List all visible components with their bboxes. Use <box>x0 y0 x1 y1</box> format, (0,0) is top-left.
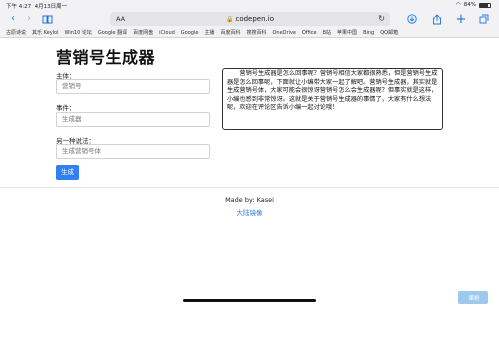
favorite-item[interactable]: Win10 论坛 <box>65 29 92 36</box>
favorite-item[interactable]: 百度百科 <box>220 29 240 36</box>
favorite-item[interactable]: Google <box>181 30 199 36</box>
favorite-item[interactable]: 古原诗说 <box>6 29 26 36</box>
footer-divider <box>0 187 499 188</box>
bookmarks-icon[interactable] <box>40 12 54 26</box>
status-time-date: 下午 4:27 4月13日周一 <box>6 2 67 10</box>
page-title: 营销号生成器 <box>56 48 156 67</box>
mirror-link[interactable]: 大陆镜像 <box>0 207 499 217</box>
generate-button[interactable]: 生成 <box>56 165 79 180</box>
favorite-item[interactable]: 搜搜百科 <box>246 29 266 36</box>
event-input[interactable] <box>56 112 210 127</box>
reload-icon[interactable]: ↻ <box>378 14 385 23</box>
favorite-item[interactable]: 苹果中国 <box>337 29 357 36</box>
favorite-item[interactable]: B站 <box>323 29 331 36</box>
subject-input[interactable] <box>56 79 210 94</box>
home-indicator[interactable] <box>183 299 316 302</box>
download-icon[interactable] <box>405 12 419 26</box>
forward-icon[interactable]: › <box>22 12 36 26</box>
status-right: ◠ 84% <box>456 2 491 8</box>
wifi-icon: ◠ <box>455 2 461 8</box>
favorite-item[interactable]: Bing <box>363 30 374 36</box>
favorite-item[interactable]: 其乐 Keylol <box>32 29 59 36</box>
favorite-item[interactable]: Google 翻译 <box>98 29 127 36</box>
browser-toolbar: ‹ › AA 🔒 codepen.io ↻ + <box>0 10 499 28</box>
battery-percent: 84% <box>463 2 476 8</box>
watermark-text: 果粉 <box>468 295 480 302</box>
alt-phrase-input[interactable] <box>56 144 210 159</box>
lock-icon: 🔒 <box>225 16 234 23</box>
status-bar: 下午 4:27 4月13日周一 ◠ 84% <box>0 0 499 10</box>
made-by-text: Made by: Kasei <box>225 196 274 204</box>
battery-icon <box>479 2 491 8</box>
new-tab-icon[interactable]: + <box>454 12 468 26</box>
favorite-item[interactable]: Office <box>302 30 317 36</box>
back-icon[interactable]: ‹ <box>6 12 20 26</box>
favorite-item[interactable]: OneDrive <box>272 30 296 36</box>
favorite-item[interactable]: 主播 <box>204 29 214 36</box>
address-bar[interactable]: AA 🔒 codepen.io ↻ <box>110 12 390 26</box>
favorite-item[interactable]: QQ邮箱 <box>380 29 398 36</box>
favorite-item[interactable]: iCloud <box>159 30 175 36</box>
share-icon[interactable] <box>430 12 444 26</box>
watermark-logo: 果粉 <box>458 291 488 304</box>
event-label: 事件： <box>56 104 76 112</box>
tabs-overview-icon[interactable] <box>477 12 491 26</box>
favorites-bar: 古原诗说 其乐 Keylol Win10 论坛 Google 翻译 百度网盘 i… <box>0 28 499 38</box>
url-text: 🔒 codepen.io <box>110 15 390 23</box>
url-value: codepen.io <box>235 15 274 23</box>
generated-output: 营销号生成器是怎么回事呢？营销号相信大家都很熟悉，但是营销号生成器是怎么回事呢，… <box>222 68 443 130</box>
favorite-item[interactable]: 百度网盘 <box>133 29 153 36</box>
